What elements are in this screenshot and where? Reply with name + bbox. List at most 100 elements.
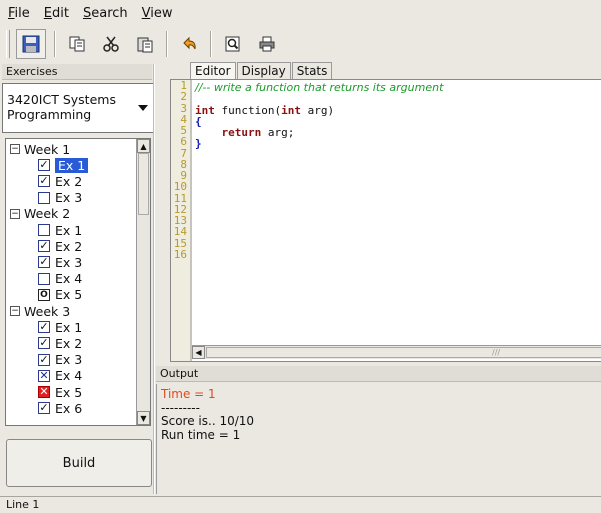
menu-view[interactable]: View <box>142 6 173 21</box>
scroll-thumb[interactable] <box>138 153 149 215</box>
toolbar <box>0 27 601 61</box>
code-editor[interactable]: 1 2 3 4 5 6 7 8 9 10 11 12 13 14 15 16 //-- write a fun… <box>170 79 601 362</box>
tree-exercise-node[interactable]: Ex 1 <box>38 222 82 238</box>
menu-view-rest: iew <box>150 5 173 21</box>
undo-button[interactable] <box>176 31 202 57</box>
editor-hscrollbar[interactable]: ◀ /// <box>192 345 601 359</box>
keyword: return <box>221 126 262 139</box>
keyword: int <box>281 103 301 117</box>
panel-divider[interactable] <box>153 64 155 494</box>
checkbox-checked-icon[interactable]: ✓ <box>38 337 50 350</box>
output-time: Time = 1 <box>161 387 216 401</box>
menu-bar: File Edit Search View <box>0 0 601 26</box>
course-dropdown[interactable]: 3420ICT Systems Programming <box>2 83 154 133</box>
checkbox-empty-icon[interactable] <box>38 191 50 204</box>
grip-icon: /// <box>492 348 501 357</box>
checkbox-failed-icon[interactable]: ✕ <box>38 386 50 398</box>
code-text: arg) <box>300 103 335 117</box>
tree-exercise-node[interactable]: ✕ Ex 4 <box>38 368 82 384</box>
tree-exercise-node[interactable]: ✓ Ex 3 <box>38 254 82 270</box>
editor-tabs: Editor Display Stats <box>190 62 333 79</box>
tree-exercise-node[interactable]: Ex 3 <box>38 190 82 206</box>
output-header: Output <box>156 366 601 382</box>
build-button[interactable]: Build <box>6 439 152 487</box>
menu-file[interactable]: File <box>8 6 30 21</box>
code-line: } <box>195 137 202 151</box>
tree-node-label: Ex 1 <box>55 222 83 238</box>
tree-node-label: Ex 1 <box>55 157 89 173</box>
tree-exercise-node[interactable]: Ex 4 <box>38 271 82 287</box>
checkbox-checked-icon[interactable]: ✓ <box>38 321 50 334</box>
checkbox-checked-icon[interactable]: ✓ <box>38 353 50 366</box>
tab-display[interactable]: Display <box>236 62 291 79</box>
tree-node-label: Ex 6 <box>55 400 83 416</box>
find-icon <box>225 36 240 52</box>
output-runtime: Run time = 1 <box>161 427 241 442</box>
tree-exercise-node[interactable]: ✓ Ex 3 <box>38 352 82 368</box>
gutter-edge <box>190 80 192 361</box>
exercise-tree[interactable]: − Week 1 ✓ Ex 1 ✓ Ex 2 Ex 3− Week 2 Ex 1 ✓ Ex 2 ✓ Ex… <box>5 138 151 426</box>
menu-file-rest: ile <box>14 5 30 21</box>
tree-node-label: Ex 5 <box>55 287 83 303</box>
line-number: 16 <box>173 247 187 261</box>
checkbox-checked-icon[interactable]: ✓ <box>38 402 50 415</box>
tree-exercise-node[interactable]: ✓ Ex 6 <box>38 400 82 416</box>
tree-node-label: Ex 4 <box>55 271 83 287</box>
paste-button[interactable] <box>132 31 158 57</box>
tree-exercise-node[interactable]: ✓ Ex 2 <box>38 173 82 189</box>
tree-node-label: Week 1 <box>24 141 71 157</box>
line-number: 14 <box>173 225 187 239</box>
cut-button[interactable] <box>98 31 124 57</box>
tree-scrollbar[interactable]: ▲ ▼ <box>136 139 150 425</box>
toolbar-handle[interactable] <box>6 30 10 58</box>
tree-node-label: Ex 2 <box>55 173 83 189</box>
checkbox-checked-icon[interactable]: ✓ <box>38 159 50 172</box>
tree-exercise-node[interactable]: ✓ Ex 2 <box>38 335 82 351</box>
code-line: return arg; <box>195 127 443 138</box>
tab-editor[interactable]: Editor <box>190 62 236 79</box>
tree-exercise-node[interactable]: O Ex 5 <box>38 287 82 303</box>
checkbox-checked-icon[interactable]: ✓ <box>38 256 50 269</box>
line-number-gutter: 1 2 3 4 5 6 7 8 9 10 11 12 13 14 15 16 <box>171 80 190 361</box>
output-separator: --------- <box>161 400 200 415</box>
tree-exercise-node[interactable]: ✕ Ex 5 <box>38 384 82 400</box>
status-bar: Line 1 <box>0 496 601 513</box>
checkbox-empty-icon[interactable] <box>38 272 50 285</box>
collapse-icon[interactable]: − <box>10 208 20 219</box>
checkbox-checked-icon[interactable]: ✓ <box>38 175 50 188</box>
checkbox-x-icon[interactable]: ✕ <box>38 369 50 382</box>
output-panel: Time = 1 --------- Score is.. 10/10 Run … <box>156 384 601 494</box>
checkbox-partial-icon[interactable]: O <box>38 288 50 301</box>
undo-icon <box>183 36 196 50</box>
cut-icon <box>103 36 119 52</box>
tree-exercise-node[interactable]: ✓ Ex 2 <box>38 238 82 254</box>
exercises-header: Exercises <box>2 64 152 80</box>
code-area[interactable]: //-- write a function that returns its a… <box>195 82 443 150</box>
print-button[interactable] <box>254 31 280 57</box>
scroll-down-icon[interactable]: ▼ <box>137 411 150 425</box>
chevron-down-icon[interactable] <box>133 84 153 132</box>
hscroll-thumb[interactable] <box>206 347 601 358</box>
checkbox-empty-icon[interactable] <box>38 224 50 236</box>
tree-exercise-node[interactable]: ✓ Ex 1 <box>38 319 82 335</box>
tab-stats[interactable]: Stats <box>291 62 333 79</box>
tree-week-node[interactable]: − Week 2 <box>10 206 70 222</box>
tree-exercise-node[interactable]: ✓ Ex 1 <box>38 157 89 173</box>
collapse-icon[interactable]: − <box>10 144 20 154</box>
save-button[interactable] <box>16 29 46 59</box>
collapse-icon[interactable]: − <box>10 306 20 316</box>
tree-node-label: Week 2 <box>24 206 71 222</box>
menu-edit-rest: dit <box>52 5 69 21</box>
tree-week-node[interactable]: − Week 1 <box>10 141 70 157</box>
copy-icon <box>69 36 85 52</box>
scroll-up-icon[interactable]: ▲ <box>137 139 150 153</box>
menu-edit[interactable]: Edit <box>44 6 69 21</box>
scroll-left-icon[interactable]: ◀ <box>192 346 205 359</box>
tree-week-node[interactable]: − Week 3 <box>10 303 70 319</box>
copy-button[interactable] <box>64 31 90 57</box>
menu-search[interactable]: Search <box>83 6 128 21</box>
checkbox-checked-icon[interactable]: ✓ <box>38 240 50 253</box>
save-icon <box>22 35 40 53</box>
code-text: arg; <box>261 126 295 139</box>
find-button[interactable] <box>220 31 246 57</box>
